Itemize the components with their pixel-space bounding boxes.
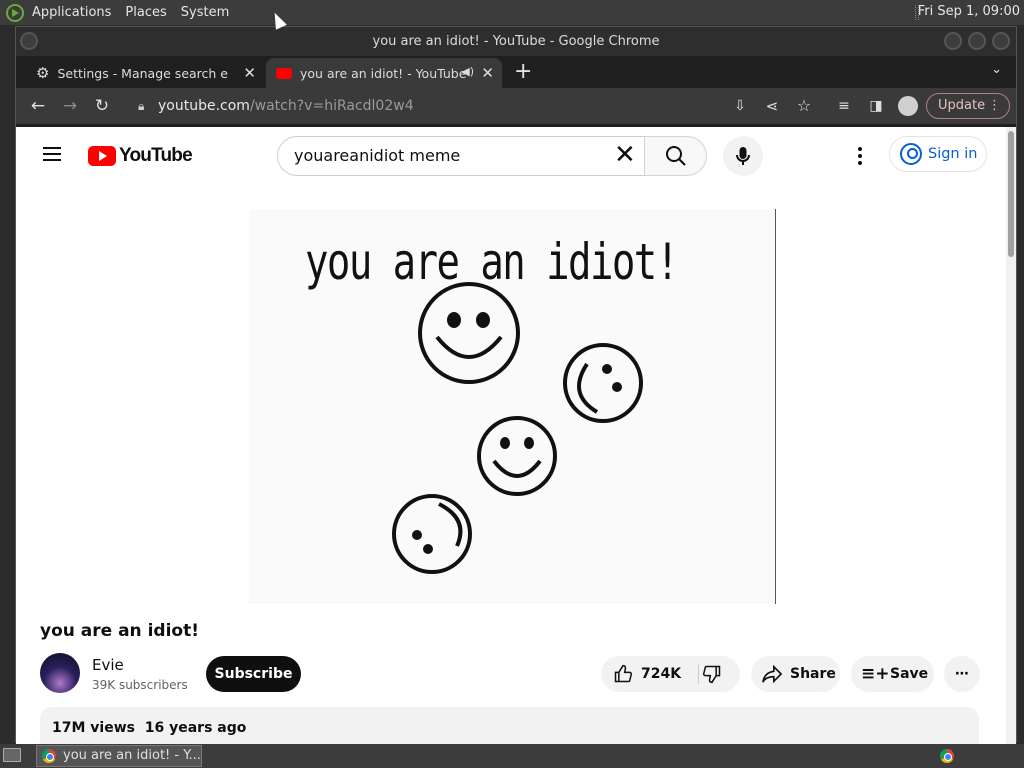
window-menu-icon[interactable] (20, 32, 38, 50)
upload-age: 16 years ago (144, 720, 247, 736)
forward-icon[interactable]: → (60, 96, 80, 116)
thumbs-down-icon (702, 665, 721, 684)
applications-menu[interactable]: Applications (32, 5, 111, 20)
page-viewport: YouTube youareanidiot meme ✕ Sign in you… (16, 127, 1016, 744)
smiley-faces-graphic (392, 282, 643, 574)
channel-name[interactable]: Evie (92, 656, 124, 674)
subscribe-button[interactable]: Subscribe (206, 656, 301, 692)
distro-logo-icon[interactable] (6, 3, 24, 22)
show-desktop-icon[interactable] (3, 748, 21, 762)
search-button[interactable] (644, 136, 707, 176)
sign-in-button[interactable]: Sign in (889, 136, 987, 172)
install-app-icon[interactable]: ⇩ (730, 96, 750, 116)
video-player[interactable]: you are an idiot! (249, 209, 776, 604)
more-horizontal-icon: ⋯ (955, 666, 969, 682)
minimize-icon[interactable] (944, 32, 962, 50)
maximize-icon[interactable] (968, 32, 986, 50)
audio-playing-icon[interactable]: ◀) (461, 65, 474, 78)
youtube-masthead: YouTube youareanidiot meme ✕ Sign in (16, 127, 1006, 185)
dislike-button[interactable] (699, 656, 740, 692)
reload-icon[interactable]: ↻ (92, 96, 112, 116)
like-divider (698, 664, 699, 684)
tab-settings[interactable]: ⚙ Settings - Manage search engi ✕ (26, 58, 264, 88)
share-button[interactable]: Share (751, 656, 840, 692)
chrome-tray-icon[interactable] (940, 749, 954, 763)
description-box[interactable]: 17M views 16 years ago (40, 707, 979, 744)
like-count: 724K (641, 666, 682, 682)
subscriber-count: 39K subscribers (92, 678, 188, 692)
search-icon (666, 146, 686, 166)
update-label: Update (938, 98, 986, 113)
close-window-icon[interactable] (992, 32, 1010, 50)
bookmark-star-icon[interactable]: ☆ (794, 96, 814, 116)
tab-strip: ⚙ Settings - Manage search engi ✕ you ar… (16, 56, 1016, 88)
more-actions-button[interactable]: ⋯ (944, 656, 980, 692)
clear-search-icon[interactable]: ✕ (614, 141, 636, 169)
search-input[interactable]: youareanidiot meme (277, 136, 645, 176)
settings-kebab-icon[interactable] (858, 147, 862, 165)
chrome-menu-icon: ⋮ (988, 98, 1001, 113)
chrome-window: you are an idiot! - YouTube - Google Chr… (15, 26, 1017, 744)
share-label: Share (790, 666, 836, 682)
update-button[interactable]: Update ⋮ (926, 93, 1010, 119)
window-title: you are an idiot! - YouTube - Google Chr… (372, 34, 660, 49)
save-label: Save (890, 666, 929, 682)
clock[interactable]: Fri Sep 1, 09:00 (918, 4, 1020, 19)
places-menu[interactable]: Places (125, 5, 166, 20)
side-panel-icon[interactable]: ◨ (866, 96, 886, 116)
scrollbar-thumb[interactable] (1008, 131, 1014, 257)
lock-icon[interactable]: 🔒︎ (138, 93, 144, 119)
share-arrow-icon (762, 664, 783, 684)
voice-search-button[interactable] (723, 136, 763, 176)
back-icon[interactable]: ← (28, 96, 48, 116)
media-control-icon[interactable]: ≡ (834, 96, 854, 116)
save-button[interactable]: ≡+ Save (851, 656, 934, 692)
window-titlebar[interactable]: you are an idiot! - YouTube - Google Chr… (16, 27, 1016, 56)
youtube-play-icon (88, 146, 116, 166)
url-host: youtube.com (158, 98, 250, 114)
system-top-panel: Applications Places System Fri Sep 1, 09… (0, 0, 1024, 25)
tab-youtube-label: you are an idiot! - YouTube (300, 65, 467, 81)
thumbs-up-icon (614, 664, 633, 683)
taskbar-window-button[interactable]: you are an idiot! - Y... (36, 745, 202, 767)
tab-settings-label: Settings - Manage search engi (57, 65, 230, 81)
view-count: 17M views (52, 720, 135, 736)
share-page-icon[interactable]: ⋖ (762, 96, 782, 116)
tab-search-chevron-icon[interactable]: ⌄ (991, 62, 1002, 77)
youtube-logo[interactable]: YouTube (88, 145, 193, 167)
video-title: you are an idiot! (40, 621, 199, 641)
tab-youtube[interactable]: you are an idiot! - YouTube ◀) ✕ (266, 58, 502, 88)
youtube-favicon-icon (276, 67, 292, 79)
guide-menu-icon[interactable] (43, 147, 61, 161)
browser-toolbar: ← → ↻ 🔒︎ youtube.com/watch?v=hiRacdl02w4… (16, 88, 1016, 124)
page-scrollbar[interactable] (1006, 127, 1016, 744)
url-path: /watch?v=hiRacdl02w4 (249, 98, 414, 114)
playlist-add-icon: ≡+ (861, 664, 890, 684)
microphone-icon (736, 147, 750, 165)
channel-avatar[interactable] (40, 653, 80, 693)
like-dislike-group: 724K (601, 656, 740, 692)
sign-in-label: Sign in (928, 146, 978, 162)
taskbar-window-label: you are an idiot! - Y... (63, 748, 201, 763)
profile-avatar-icon[interactable] (898, 96, 918, 116)
tab-close-icon[interactable]: ✕ (243, 64, 256, 82)
new-tab-icon[interactable]: + (514, 59, 532, 85)
youtube-logo-text: YouTube (119, 145, 193, 166)
system-menu[interactable]: System (181, 5, 229, 20)
address-bar[interactable]: 🔒︎ youtube.com/watch?v=hiRacdl02w4 (134, 93, 734, 119)
bottom-taskbar: you are an idiot! - Y... (0, 744, 1024, 768)
like-button[interactable]: 724K (601, 656, 683, 692)
gear-icon: ⚙ (36, 64, 50, 82)
chrome-icon (42, 749, 56, 763)
tab-close-icon[interactable]: ✕ (481, 64, 494, 82)
user-icon (900, 143, 922, 165)
